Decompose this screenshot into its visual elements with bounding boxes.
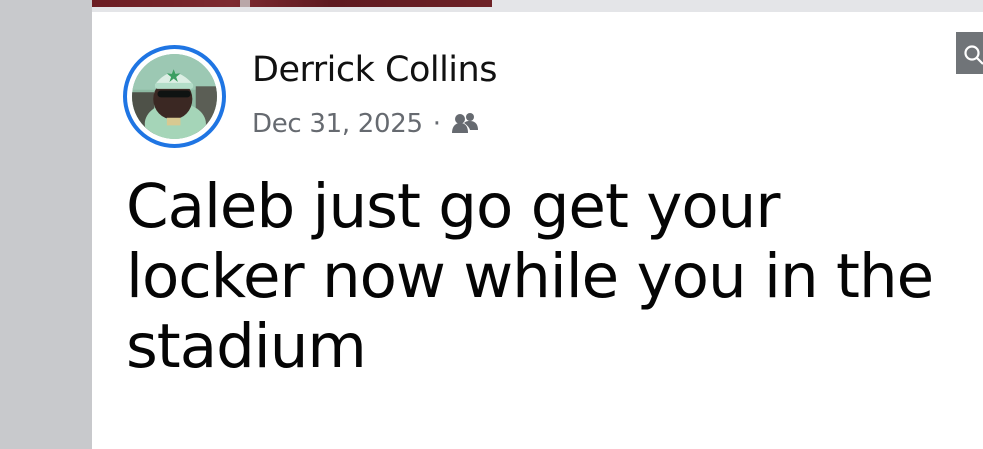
avatar[interactable] bbox=[123, 45, 226, 148]
friends-icon[interactable] bbox=[450, 111, 480, 137]
previous-post-image[interactable] bbox=[92, 0, 492, 7]
post-meta: Dec 31, 2025 · bbox=[252, 107, 480, 141]
search-icon bbox=[964, 45, 983, 65]
profile-photo bbox=[132, 54, 217, 139]
post-text: Caleb just go get your locker now while … bbox=[126, 171, 934, 382]
author-name[interactable]: Derrick Collins bbox=[252, 50, 497, 90]
post-card: Derrick Collins Dec 31, 2025 · Caleb jus… bbox=[92, 12, 983, 449]
meta-separator: · bbox=[432, 109, 441, 139]
image-highlight bbox=[240, 0, 250, 7]
post-date[interactable]: Dec 31, 2025 bbox=[252, 109, 423, 139]
left-gutter bbox=[0, 0, 92, 449]
search-button[interactable] bbox=[956, 32, 983, 74]
